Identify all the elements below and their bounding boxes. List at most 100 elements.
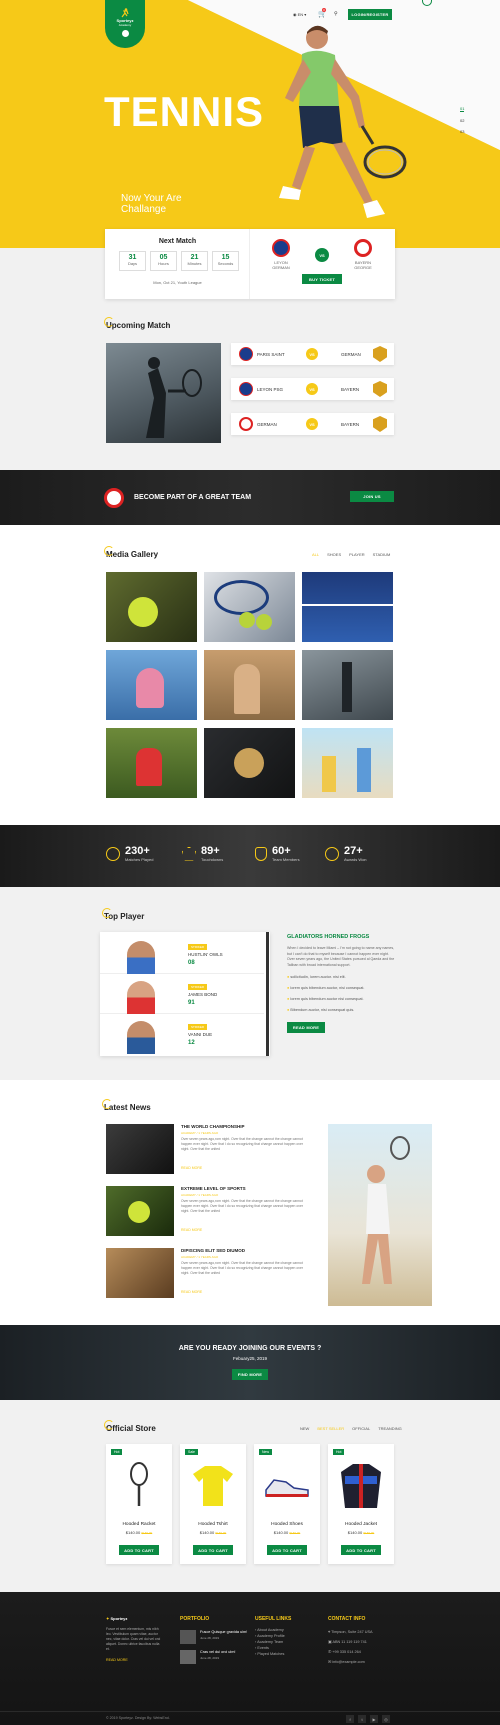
news-read-more[interactable]: READ MORE — [181, 1166, 202, 1170]
tab-player[interactable]: PLAYER — [349, 552, 365, 557]
team-left-name: GERMAN — [257, 422, 277, 427]
gallery-image[interactable] — [204, 650, 295, 720]
tab-trending[interactable]: TREANDING — [378, 1426, 402, 1431]
product-grid: Hot Hooded Racket $140.00 $160.00 ADD TO… — [106, 1444, 394, 1564]
news-title[interactable]: DIPISCING ELIT SED DIUMOD — [181, 1248, 245, 1253]
news-item[interactable]: DIPISCING ELIT SED DIUMOD ACADEMY / 1 YE… — [106, 1248, 306, 1310]
match-row[interactable]: GERMAN VS BAYERN — [231, 413, 394, 435]
team2-name: BAYERN GEORGE — [340, 260, 386, 270]
gallery-image[interactable] — [302, 650, 393, 720]
footer-link-text[interactable]: Academy Team — [257, 1640, 283, 1644]
tab-new[interactable]: NEW — [300, 1426, 309, 1431]
slide-dot-3[interactable]: 03 — [460, 129, 464, 134]
tab-all[interactable]: ALL — [312, 552, 319, 557]
portfolio-item[interactable]: Fusce Quisque gravida ulm! June 28, 2019 — [180, 1630, 250, 1644]
read-more-button[interactable]: READ MORE — [287, 1022, 325, 1033]
match-row[interactable]: PARIS SAINT VS GERMAN — [231, 343, 394, 365]
footer-link-text[interactable]: About Academy — [257, 1628, 284, 1632]
news-image[interactable] — [106, 1186, 174, 1236]
countdown-minutes: 21 Minutes — [181, 251, 208, 271]
tab-stadium[interactable]: STADIUM — [373, 552, 391, 557]
product-name[interactable]: Hooded Tshirt — [180, 1522, 246, 1527]
gallery-image[interactable] — [204, 728, 295, 798]
footer-about-text: Fusce et sem elementum, mis nibh leo. Ve… — [106, 1627, 161, 1651]
bullet-text: lorem quis bibendum auctor nisi consequa… — [290, 997, 364, 1001]
news-read-more[interactable]: READ MORE — [181, 1228, 202, 1232]
footer-link-text[interactable]: Academy Profile — [257, 1634, 285, 1638]
footer-link[interactable]: › Played Matches — [255, 1651, 315, 1657]
add-to-cart-button[interactable]: ADD TO CART — [267, 1545, 307, 1555]
slide-dot-2[interactable]: 02 — [460, 118, 464, 123]
contact-text[interactable]: +99 335 014 264 — [332, 1650, 361, 1654]
news-item[interactable]: EXTREME LEVEL OF SPORTS ACADEMY / 1 YEAR… — [106, 1186, 306, 1248]
news-title[interactable]: THE WORLD CHAMPIONSHIP — [181, 1124, 245, 1129]
product-name[interactable]: Hooded Shoes — [254, 1522, 320, 1527]
footer-link-text[interactable]: Events — [257, 1646, 269, 1650]
twitter-icon[interactable]: t — [358, 1715, 366, 1723]
gallery-image[interactable] — [106, 572, 197, 642]
product-card[interactable]: Hot Hooded Racket $140.00 $160.00 ADD TO… — [106, 1444, 172, 1564]
player-name: HUSTLIN' OWLS — [188, 952, 223, 957]
next-match-card: Next Match 31 Days 05 Hours 21 Minutes 15 Se… — [105, 229, 395, 299]
bullet-item: ● lorem quis bibendum auctor nisi conseq… — [287, 994, 397, 1005]
tab-best-seller[interactable]: BEST SELLER — [317, 1426, 344, 1431]
add-to-cart-button[interactable]: ADD TO CART — [341, 1545, 381, 1555]
product-price: $140.00 $160.00 — [106, 1530, 172, 1535]
product-badge: New — [259, 1449, 273, 1455]
instagram-icon[interactable]: ◎ — [382, 1715, 390, 1723]
add-to-cart-button[interactable]: ADD TO CART — [119, 1545, 159, 1555]
tab-shoes[interactable]: SHOES — [327, 552, 341, 557]
footer-link-list: › About Academy › Academy Profile › Acad… — [255, 1627, 315, 1657]
footer-logo[interactable]: ✦ Sporteyz — [106, 1616, 164, 1621]
product-card[interactable]: New Hooded Shoes $140.00 $160.00 ADD TO … — [254, 1444, 320, 1564]
product-card[interactable]: Hot Hooded Jacket $140.00 $160.00 ADD TO… — [328, 1444, 394, 1564]
gallery-image[interactable] — [204, 572, 295, 642]
player-info: GLADIATORS HORNED FROGS When I decided t… — [287, 934, 397, 1033]
find-more-button[interactable]: FIND MORE — [232, 1369, 268, 1380]
player-row[interactable]: STRIKER HUSTLIN' OWLS 08 — [100, 936, 264, 974]
portfolio-item[interactable]: Cras vel dui orci ulm! June 28, 2019 — [180, 1650, 250, 1664]
youtube-icon[interactable]: ▶ — [370, 1715, 378, 1723]
gallery-image[interactable] — [302, 728, 393, 798]
news-image[interactable] — [106, 1124, 174, 1174]
buy-ticket-button[interactable]: BUY TICKET — [302, 274, 342, 284]
product-price-old: $160.00 — [215, 1531, 227, 1535]
contact-email[interactable]: ✉ info@example.com — [328, 1657, 398, 1667]
join-us-button[interactable]: JOIN US — [350, 491, 394, 502]
gallery-image[interactable] — [106, 728, 197, 798]
product-name[interactable]: Hooded Jacket — [328, 1522, 394, 1527]
gallery-image[interactable] — [106, 650, 197, 720]
teams-panel: LEYON GERMAN VS BAYERN GEORGE BUY TICKET — [250, 229, 395, 299]
add-to-cart-button[interactable]: ADD TO CART — [193, 1545, 233, 1555]
site-logo[interactable]: Sporteyz Academy — [105, 0, 145, 48]
player-list-scrollbar[interactable] — [266, 932, 269, 1056]
news-read-more[interactable]: READ MORE — [181, 1290, 202, 1294]
product-name[interactable]: Hooded Racket — [106, 1522, 172, 1527]
portfolio-thumb[interactable] — [180, 1650, 196, 1664]
contact-phone[interactable]: ✆ +99 335 014 264 — [328, 1647, 398, 1657]
stat-value: 230+ — [125, 845, 150, 857]
gallery-image[interactable] — [302, 572, 393, 642]
player-row[interactable]: STRIKER JAMES BOND 91 — [100, 976, 264, 1014]
facebook-icon[interactable]: f — [346, 1715, 354, 1723]
product-card[interactable]: Sale Hooded Tshirt $140.00 $160.00 ADD T… — [180, 1444, 246, 1564]
footer-read-more[interactable]: READ MORE — [106, 1658, 164, 1662]
contact-text[interactable]: info@example.com — [332, 1660, 365, 1664]
slide-dot-1[interactable]: 01 — [460, 106, 465, 112]
portfolio-title[interactable]: Fusce Quisque gravida ulm! — [200, 1630, 247, 1635]
news-feature-image[interactable] — [328, 1124, 432, 1306]
menu-toggle-icon[interactable] — [121, 30, 129, 37]
tab-official[interactable]: OFFICIAL — [352, 1426, 370, 1431]
match-row[interactable]: LEYON PSG VS BAYERN — [231, 378, 394, 400]
upcoming-match-image — [106, 343, 221, 443]
player-row[interactable]: STRIKER VANNI DUE 12 — [100, 1016, 264, 1054]
portfolio-title[interactable]: Cras vel dui orci ulm! — [200, 1650, 235, 1655]
portfolio-thumb[interactable] — [180, 1630, 196, 1644]
team1-name: LEYON GERMAN — [258, 260, 304, 270]
news-image[interactable] — [106, 1248, 174, 1298]
news-item[interactable]: THE WORLD CHAMPIONSHIP ACADEMY / 1 YEARS… — [106, 1124, 306, 1186]
footer-link-text[interactable]: Played Matches — [257, 1652, 284, 1656]
slider-pagination[interactable]: 01 02 03 — [460, 106, 465, 134]
latest-news-title: Latest News — [102, 1099, 151, 1112]
news-title[interactable]: EXTREME LEVEL OF SPORTS — [181, 1186, 246, 1191]
